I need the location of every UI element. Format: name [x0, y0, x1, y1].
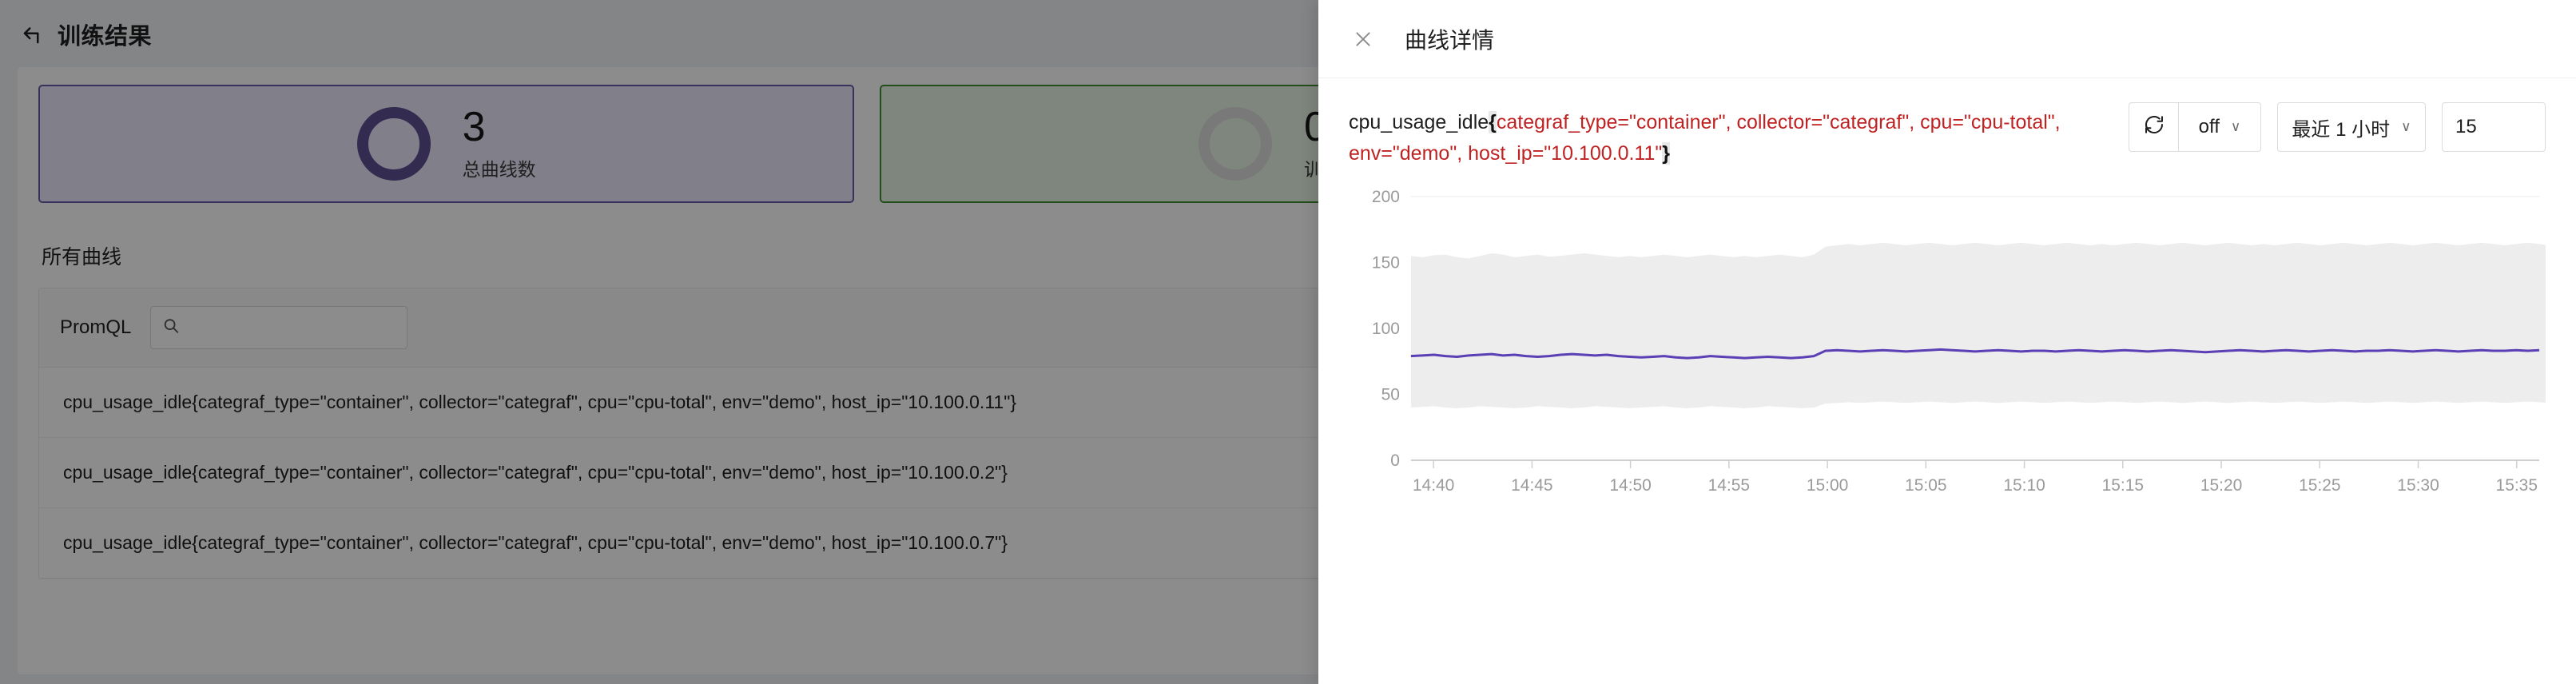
step-input[interactable]: [2442, 102, 2546, 152]
chart-controls: off ∨ 最近 1 小时 ∨: [2109, 102, 2546, 152]
y-axis-tick: 150: [1372, 253, 1400, 272]
refresh-icon: [2142, 113, 2166, 142]
curve-detail-drawer: 曲线详情 cpu_usage_idle{categraf_type="conta…: [1318, 0, 2576, 684]
curve-chart[interactable]: 0 50 100 150 200 14:40 14:45 14:50 14:55 15:00 15:…: [1349, 187, 2546, 523]
x-axis-tick: 15:35: [2496, 475, 2538, 494]
y-axis-tick: 200: [1372, 187, 1400, 205]
auto-refresh-select[interactable]: off ∨: [2178, 102, 2261, 152]
x-axis-tick: 14:40: [1413, 475, 1454, 494]
x-axis-tick: 15:25: [2299, 475, 2340, 494]
modal-backdrop[interactable]: [0, 0, 1318, 684]
x-axis-tick: 15:00: [1807, 475, 1848, 494]
x-axis-tick: 15:15: [2102, 475, 2144, 494]
chevron-down-icon: ∨: [2230, 119, 2241, 134]
promql-metric: cpu_usage_idle: [1349, 111, 1489, 133]
drawer-header: 曲线详情: [1318, 0, 2576, 78]
refresh-button[interactable]: [2129, 102, 2178, 152]
refresh-control-group: off ∨: [2129, 102, 2261, 152]
drawer-title: 曲线详情: [1405, 27, 1495, 53]
x-axis-tick: 15:10: [2003, 475, 2045, 494]
auto-refresh-value: off: [2198, 116, 2220, 137]
x-axis-tick: 15:30: [2397, 475, 2439, 494]
y-axis-tick: 50: [1381, 385, 1400, 404]
y-axis-tick: 0: [1390, 451, 1400, 469]
chart-svg: 0 50 100 150 200 14:40 14:45 14:50 14:55 15:00 15:…: [1372, 187, 2546, 495]
x-axis-tick: 14:55: [1708, 475, 1750, 494]
x-axis-tick: 14:50: [1609, 475, 1651, 494]
x-axis-tick: 14:45: [1511, 475, 1552, 494]
y-axis-tick: 100: [1372, 319, 1400, 337]
promql-expression: cpu_usage_idle{categraf_type="container"…: [1349, 102, 2109, 169]
close-icon[interactable]: [1349, 25, 1377, 54]
time-range-select[interactable]: 最近 1 小时 ∨: [2277, 102, 2426, 152]
x-axis-tick: 15:05: [1905, 475, 1946, 494]
time-range-value: 最近 1 小时: [2292, 118, 2391, 141]
query-row: cpu_usage_idle{categraf_type="container"…: [1349, 102, 2546, 169]
drawer-body: cpu_usage_idle{categraf_type="container"…: [1318, 78, 2576, 684]
promql-close-brace: }: [1662, 141, 1670, 165]
x-axis-tick: 15:20: [2200, 475, 2242, 494]
chevron-down-icon: ∨: [2401, 119, 2411, 134]
promql-open-brace: {: [1489, 111, 1497, 133]
confidence-band: [1410, 242, 2546, 408]
